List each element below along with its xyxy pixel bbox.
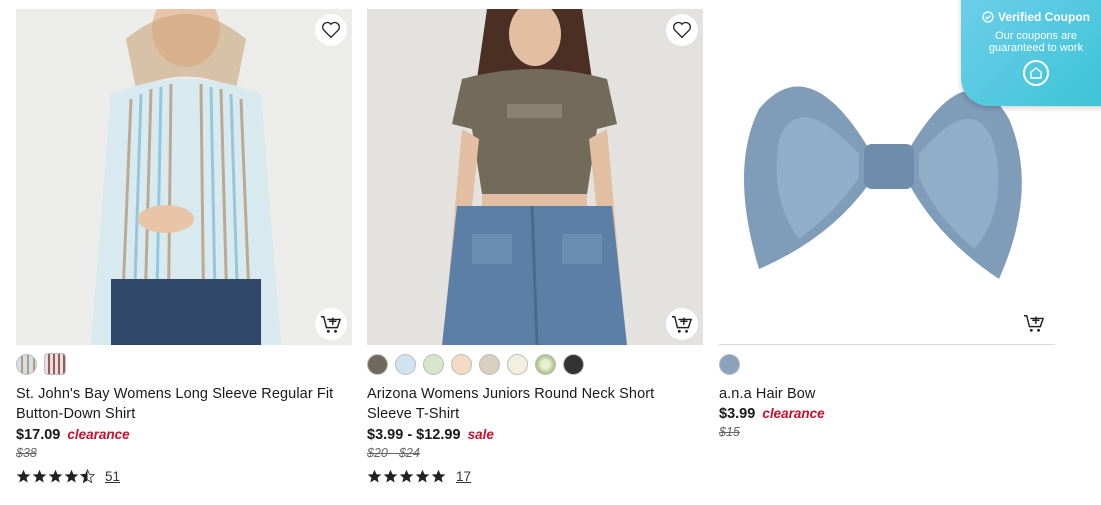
color-swatch[interactable] (719, 353, 740, 375)
color-swatch[interactable] (423, 353, 444, 375)
color-swatch[interactable] (367, 353, 388, 375)
product-photo-shirt (16, 9, 352, 345)
product-title[interactable]: a.n.a Hair Bow (719, 384, 1055, 404)
wishlist-heart-button[interactable] (666, 14, 698, 46)
star-rating (367, 469, 446, 484)
original-price: $15 (719, 425, 740, 439)
heart-icon (322, 21, 340, 39)
color-swatch[interactable] (479, 353, 500, 375)
product-card[interactable]: Arizona Womens Juniors Round Neck Short … (367, 9, 703, 484)
star-full-icon (399, 469, 414, 483)
cart-add-icon (1024, 315, 1045, 332)
product-price: $3.99 (719, 406, 756, 422)
star-full-icon (64, 469, 79, 483)
check-circle-icon (982, 11, 994, 23)
product-title[interactable]: St. John's Bay Womens Long Sleeve Regula… (16, 384, 352, 424)
color-swatch[interactable] (44, 353, 66, 375)
review-count-link[interactable]: 17 (456, 469, 471, 484)
star-full-icon (367, 469, 382, 483)
product-card[interactable]: St. John's Bay Womens Long Sleeve Regula… (16, 9, 352, 484)
product-title[interactable]: Arizona Womens Juniors Round Neck Short … (367, 384, 703, 424)
coupon-subtitle-line1: Our coupons are (995, 30, 1077, 42)
product-price: $3.99 - $12.99 (367, 427, 461, 443)
price-row: $3.99 - $12.99 sale (367, 425, 703, 445)
product-rating[interactable]: 17 (367, 469, 703, 484)
price-tag: clearance (67, 427, 130, 442)
original-price: $20 - $24 (367, 446, 420, 460)
price-tag: clearance (762, 406, 825, 421)
color-swatch[interactable] (563, 353, 584, 375)
coupon-header: Verified Coupon (961, 10, 1101, 24)
price-tag: sale (467, 427, 494, 442)
cart-add-icon (321, 316, 342, 333)
product-photo-tshirt (367, 9, 703, 345)
add-to-cart-button[interactable] (315, 308, 347, 340)
price-row: $3.99 clearance (719, 404, 1055, 424)
coupon-subtitle: Our coupons are guaranteed to work (961, 30, 1101, 54)
star-half-icon (80, 469, 95, 484)
tag-icon (1030, 67, 1042, 79)
color-swatches (16, 353, 352, 375)
product-image[interactable] (16, 9, 352, 345)
star-full-icon (415, 469, 430, 483)
original-price: $38 (16, 446, 37, 460)
coupon-subtitle-line2: guaranteed to work (988, 42, 1084, 54)
review-count-link[interactable]: 51 (105, 469, 120, 484)
wishlist-heart-button[interactable] (315, 14, 347, 46)
color-swatch[interactable] (507, 353, 528, 375)
color-swatch[interactable] (16, 353, 37, 375)
product-image[interactable] (367, 9, 703, 345)
star-full-icon (32, 469, 47, 483)
star-full-icon (431, 469, 446, 483)
product-rating[interactable]: 51 (16, 469, 352, 484)
add-to-cart-button[interactable] (1018, 307, 1050, 339)
price-row: $17.09 clearance (16, 425, 352, 445)
color-swatches (367, 353, 703, 375)
star-full-icon (48, 469, 63, 483)
star-full-icon (383, 469, 398, 483)
add-to-cart-button[interactable] (666, 308, 698, 340)
star-full-icon (16, 469, 31, 483)
coupon-title: Verified Coupon (997, 10, 1090, 24)
color-swatch[interactable] (451, 353, 472, 375)
color-swatch[interactable] (395, 353, 416, 375)
cart-add-icon (672, 316, 693, 333)
star-rating (16, 469, 95, 484)
color-swatches (719, 353, 1055, 375)
product-price: $17.09 (16, 427, 61, 443)
heart-icon (673, 21, 691, 39)
coupon-logo-icon (1023, 60, 1049, 86)
color-swatch[interactable] (535, 353, 556, 375)
verified-coupon-badge[interactable]: Verified Coupon Our coupons are guarante… (961, 0, 1101, 106)
